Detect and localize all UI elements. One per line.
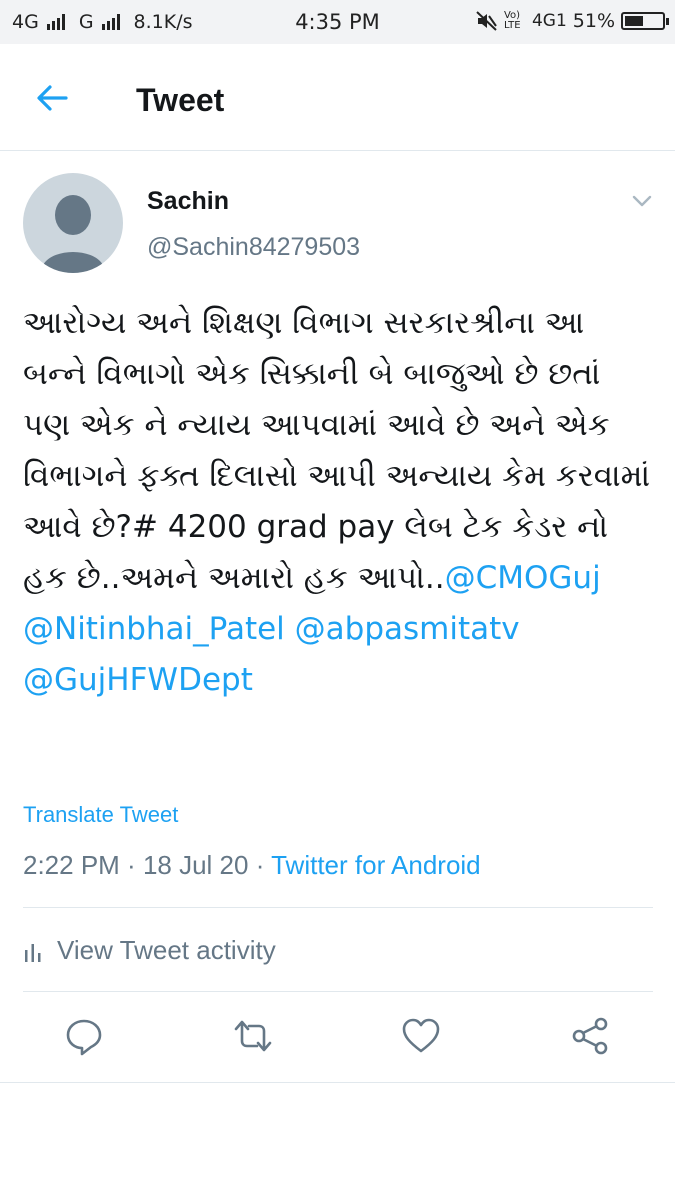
app-header: Tweet (0, 44, 675, 151)
battery-fill (625, 16, 644, 26)
tweet-actions (0, 1016, 675, 1064)
like-icon[interactable] (401, 1016, 441, 1056)
retweet-icon[interactable] (233, 1016, 273, 1056)
divider (0, 1082, 675, 1083)
activity-bars-icon (25, 943, 41, 962)
share-icon[interactable] (570, 1016, 610, 1056)
mention-link[interactable]: @GujHFWDept (23, 662, 253, 698)
chevron-down-icon[interactable] (631, 190, 653, 212)
user-display-name[interactable]: Sachin (147, 187, 229, 216)
page-title: Tweet (136, 82, 225, 118)
default-avatar-icon (41, 195, 105, 273)
tweet-body: આરોગ્ય અને શિક્ષણ વિભાગ સરકારશ્રીના આ બન… (23, 305, 651, 596)
mention-link[interactable]: @CMOGuj (445, 560, 601, 596)
meta-separator: · (119, 850, 143, 880)
mention-link[interactable]: @Nitinbhai_Patel (23, 611, 285, 647)
view-tweet-activity[interactable]: View Tweet activity (23, 935, 276, 966)
battery-percent: 51% (572, 10, 615, 32)
status-right: Vo) LTE 4G1 51% (476, 10, 669, 32)
activity-label: View Tweet activity (57, 935, 276, 965)
mention-link[interactable]: @abpasmitatv (295, 611, 520, 647)
meta-separator: · (248, 850, 272, 880)
tweet-date: 18 Jul 20 (142, 850, 249, 880)
volte-label: Vo) LTE (503, 10, 521, 31)
divider (23, 991, 653, 992)
user-handle[interactable]: @Sachin84279503 (147, 233, 360, 262)
back-arrow-icon[interactable] (34, 80, 70, 116)
battery-icon (621, 12, 669, 30)
reply-icon[interactable] (64, 1016, 104, 1056)
divider (23, 907, 653, 908)
tweet-source-link[interactable]: Twitter for Android (271, 850, 481, 880)
mute-icon (476, 11, 497, 31)
avatar[interactable] (23, 173, 123, 273)
tweet-text: આરોગ્ય અને શિક્ષણ વિભાગ સરકારશ્રીના આ બન… (23, 298, 653, 706)
translate-tweet-link[interactable]: Translate Tweet (23, 802, 178, 828)
tweet-time: 2:22 PM (23, 850, 120, 880)
tweet-meta: 2:22 PM · 18 Jul 20 · Twitter for Androi… (23, 850, 481, 881)
status-bar: 4G G 8.1K/s 4:35 PM Vo) LTE 4G1 51% (0, 0, 675, 44)
network-type-3: 4G1 (531, 11, 567, 31)
